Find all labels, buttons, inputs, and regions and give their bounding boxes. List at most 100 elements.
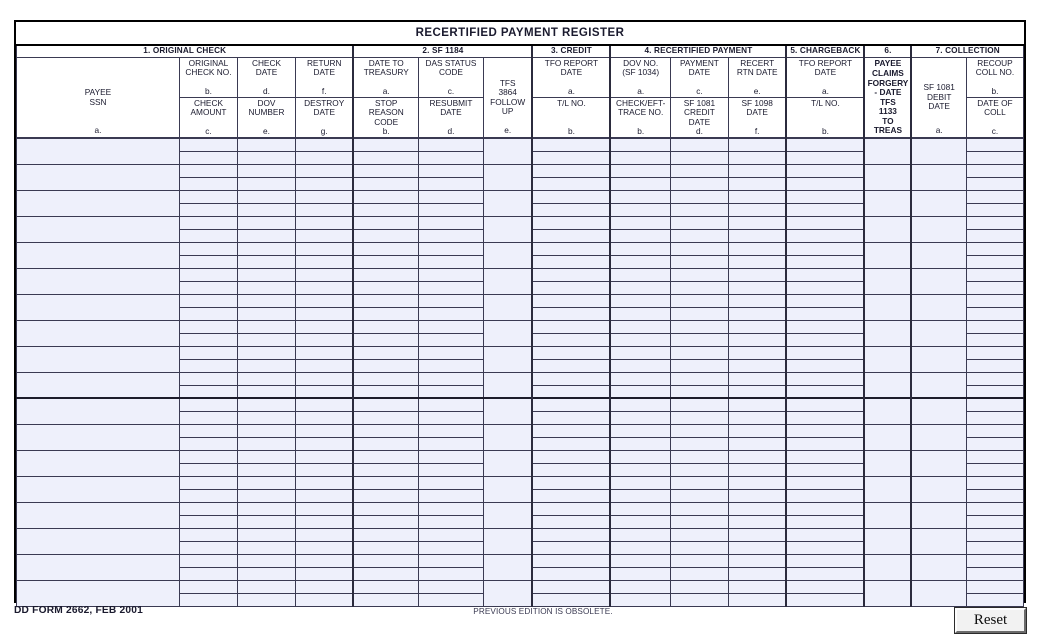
cell-original-check-no-secondary[interactable] <box>178 254 238 269</box>
cell-payee-ssn[interactable] <box>16 137 180 165</box>
cell-return-date[interactable] <box>294 293 354 308</box>
cell-payment-date-secondary[interactable] <box>669 358 729 373</box>
cell-recert-rtn-date[interactable] <box>727 345 787 360</box>
cell-chargeback-tfo-report-date-secondary[interactable] <box>785 202 865 217</box>
cell-original-check-no[interactable] <box>178 527 238 542</box>
cell-credit-tfo-report-date-secondary[interactable] <box>531 176 611 191</box>
cell-check-date-secondary[interactable] <box>236 410 296 425</box>
cell-original-check-no-secondary[interactable] <box>178 176 238 191</box>
cell-check-date-secondary[interactable] <box>236 436 296 451</box>
cell-sf-1081-debit-date[interactable] <box>910 553 967 581</box>
cell-chargeback-tfo-report-date[interactable] <box>785 267 865 282</box>
cell-recoup-coll-no-secondary[interactable] <box>965 176 1025 191</box>
cell-payee-ssn[interactable] <box>16 319 180 347</box>
cell-payee-claims-forgery[interactable] <box>863 215 912 243</box>
cell-chargeback-tfo-report-date[interactable] <box>785 293 865 308</box>
cell-chargeback-tfo-report-date[interactable] <box>785 553 865 568</box>
cell-recert-rtn-date-secondary[interactable] <box>727 202 787 217</box>
cell-payee-claims-forgery[interactable] <box>863 345 912 373</box>
cell-credit-tfo-report-date[interactable] <box>531 293 611 308</box>
cell-recoup-coll-no[interactable] <box>965 423 1025 438</box>
cell-credit-tfo-report-date-secondary[interactable] <box>531 306 611 321</box>
cell-recoup-coll-no-secondary[interactable] <box>965 462 1025 477</box>
cell-credit-tfo-report-date-secondary[interactable] <box>531 462 611 477</box>
cell-recoup-coll-no[interactable] <box>965 527 1025 542</box>
cell-return-date[interactable] <box>294 475 354 490</box>
cell-return-date-secondary[interactable] <box>294 228 354 243</box>
cell-check-date[interactable] <box>236 293 296 308</box>
cell-recert-rtn-date-secondary[interactable] <box>727 280 787 295</box>
cell-payee-ssn[interactable] <box>16 293 180 321</box>
cell-date-to-treasury-secondary[interactable] <box>352 410 419 425</box>
cell-recoup-coll-no-secondary[interactable] <box>965 202 1025 217</box>
cell-original-check-no-secondary[interactable] <box>178 566 238 581</box>
cell-sf-1081-debit-date[interactable] <box>910 527 967 555</box>
cell-check-date-secondary[interactable] <box>236 540 296 555</box>
cell-payee-claims-forgery[interactable] <box>863 319 912 347</box>
cell-return-date[interactable] <box>294 319 354 334</box>
cell-return-date-secondary[interactable] <box>294 332 354 347</box>
cell-check-date[interactable] <box>236 397 296 412</box>
cell-credit-tfo-report-date-secondary[interactable] <box>531 280 611 295</box>
cell-date-to-treasury[interactable] <box>352 475 419 490</box>
cell-payee-claims-forgery[interactable] <box>863 475 912 503</box>
cell-dov-no-sf1034-secondary[interactable] <box>609 540 671 555</box>
cell-recert-rtn-date-secondary[interactable] <box>727 384 787 399</box>
cell-recert-rtn-date[interactable] <box>727 319 787 334</box>
cell-sf-1081-debit-date[interactable] <box>910 345 967 373</box>
cell-chargeback-tfo-report-date[interactable] <box>785 345 865 360</box>
cell-chargeback-tfo-report-date-secondary[interactable] <box>785 150 865 165</box>
cell-return-date-secondary[interactable] <box>294 436 354 451</box>
cell-check-date[interactable] <box>236 423 296 438</box>
cell-chargeback-tfo-report-date-secondary[interactable] <box>785 358 865 373</box>
cell-recert-rtn-date-secondary[interactable] <box>727 306 787 321</box>
cell-das-status-code-secondary[interactable] <box>417 332 484 347</box>
cell-payment-date[interactable] <box>669 579 729 594</box>
cell-payment-date-secondary[interactable] <box>669 150 729 165</box>
cell-dov-no-sf1034-secondary[interactable] <box>609 384 671 399</box>
cell-recoup-coll-no[interactable] <box>965 371 1025 386</box>
cell-payee-ssn[interactable] <box>16 371 180 399</box>
cell-credit-tfo-report-date-secondary[interactable] <box>531 384 611 399</box>
cell-payee-ssn[interactable] <box>16 449 180 477</box>
cell-das-status-code[interactable] <box>417 371 484 386</box>
cell-chargeback-tfo-report-date-secondary[interactable] <box>785 540 865 555</box>
cell-recert-rtn-date[interactable] <box>727 215 787 230</box>
cell-return-date-secondary[interactable] <box>294 410 354 425</box>
cell-tfs-3864-follow-up[interactable] <box>482 215 533 243</box>
cell-return-date-secondary[interactable] <box>294 462 354 477</box>
cell-payee-ssn[interactable] <box>16 501 180 529</box>
cell-dov-no-sf1034[interactable] <box>609 345 671 360</box>
cell-recoup-coll-no-secondary[interactable] <box>965 332 1025 347</box>
cell-date-to-treasury-secondary[interactable] <box>352 566 419 581</box>
cell-dov-no-sf1034[interactable] <box>609 319 671 334</box>
cell-payee-claims-forgery[interactable] <box>863 371 912 399</box>
cell-check-date-secondary[interactable] <box>236 254 296 269</box>
cell-dov-no-sf1034-secondary[interactable] <box>609 514 671 529</box>
cell-dov-no-sf1034[interactable] <box>609 423 671 438</box>
cell-original-check-no-secondary[interactable] <box>178 384 238 399</box>
cell-credit-tfo-report-date[interactable] <box>531 501 611 516</box>
cell-date-to-treasury[interactable] <box>352 241 419 256</box>
cell-return-date-secondary[interactable] <box>294 540 354 555</box>
cell-date-to-treasury-secondary[interactable] <box>352 254 419 269</box>
cell-chargeback-tfo-report-date-secondary[interactable] <box>785 514 865 529</box>
cell-dov-no-sf1034-secondary[interactable] <box>609 228 671 243</box>
cell-chargeback-tfo-report-date[interactable] <box>785 319 865 334</box>
cell-dov-no-sf1034-secondary[interactable] <box>609 306 671 321</box>
cell-das-status-code[interactable] <box>417 137 484 152</box>
cell-check-date[interactable] <box>236 241 296 256</box>
cell-sf-1081-debit-date[interactable] <box>910 189 967 217</box>
cell-recert-rtn-date[interactable] <box>727 579 787 594</box>
cell-recert-rtn-date[interactable] <box>727 423 787 438</box>
cell-tfs-3864-follow-up[interactable] <box>482 293 533 321</box>
cell-original-check-no[interactable] <box>178 189 238 204</box>
cell-chargeback-tfo-report-date[interactable] <box>785 215 865 230</box>
cell-original-check-no[interactable] <box>178 423 238 438</box>
cell-das-status-code-secondary[interactable] <box>417 566 484 581</box>
cell-payment-date[interactable] <box>669 423 729 438</box>
cell-recoup-coll-no[interactable] <box>965 293 1025 308</box>
cell-tfs-3864-follow-up[interactable] <box>482 501 533 529</box>
cell-return-date[interactable] <box>294 579 354 594</box>
cell-dov-no-sf1034[interactable] <box>609 241 671 256</box>
